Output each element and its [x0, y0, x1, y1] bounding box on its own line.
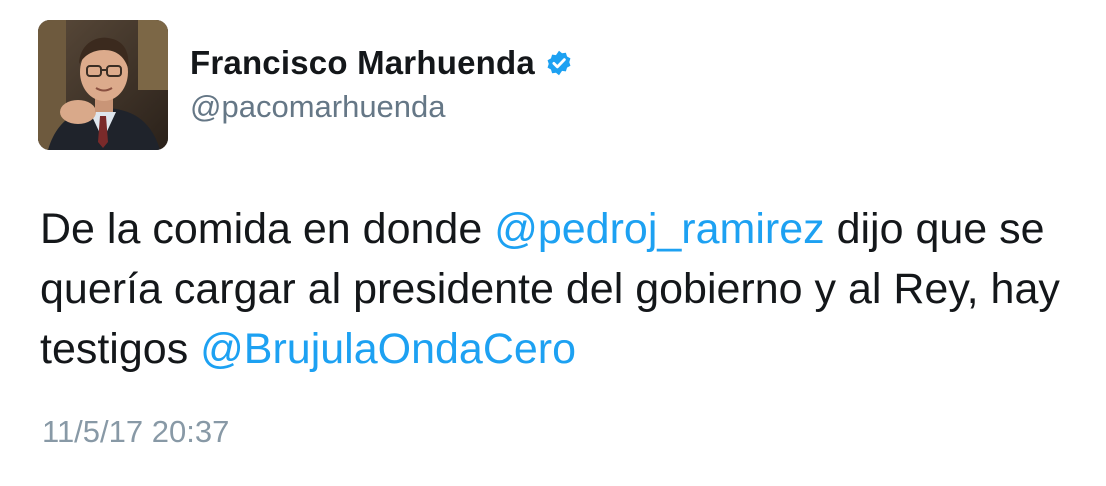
avatar[interactable] — [38, 20, 168, 150]
user-handle[interactable]: @pacomarhuenda — [190, 89, 446, 125]
mention-link[interactable]: @BrujulaOndaCero — [200, 325, 576, 373]
name-row: Francisco Marhuenda — [190, 44, 573, 82]
display-name[interactable]: Francisco Marhuenda — [190, 44, 535, 82]
tweet-card: Francisco Marhuenda @pacomarhuenda De la… — [0, 0, 1106, 486]
tweet-text-segment: dijo que se — [824, 205, 1045, 253]
tweet-timestamp[interactable]: 11/5/17 20:37 — [42, 414, 229, 450]
tweet-text-segment: testigos — [40, 325, 201, 373]
tweet-line: testigos @BrujulaOndaCero — [40, 319, 1090, 379]
tweet-text: De la comida en donde @pedroj_ramirez di… — [40, 199, 1090, 379]
verified-badge-icon — [545, 49, 573, 77]
avatar-image — [38, 20, 168, 150]
tweet-line: De la comida en donde @pedroj_ramirez di… — [40, 199, 1090, 259]
tweet-line: quería cargar al presidente del gobierno… — [40, 259, 1090, 319]
tweet-text-segment: De la comida en donde — [40, 205, 495, 253]
mention-link[interactable]: @pedroj_ramirez — [494, 205, 824, 253]
tweet-text-segment: quería cargar al presidente del gobierno… — [40, 265, 1060, 313]
